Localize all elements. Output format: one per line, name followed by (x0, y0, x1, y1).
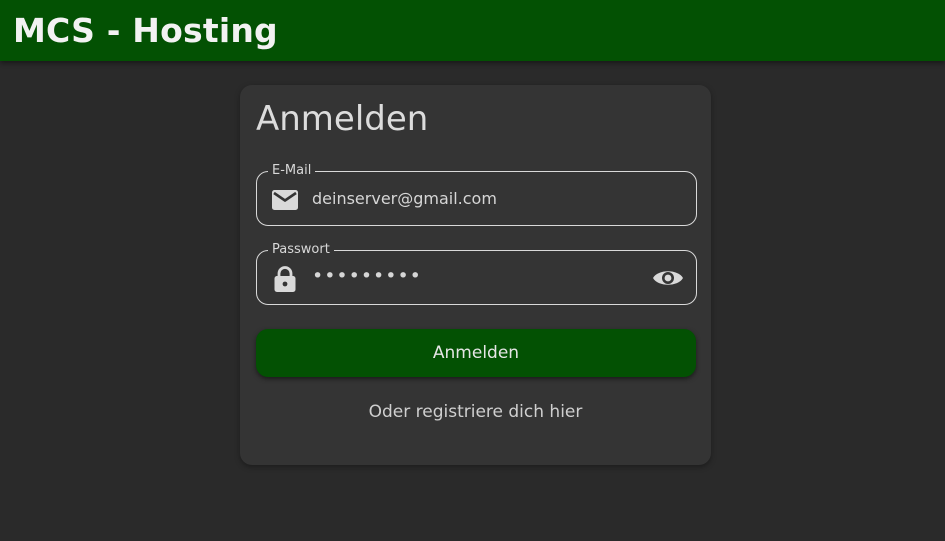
brand-title: MCS - Hosting (13, 11, 278, 50)
login-card: Anmelden E-Mail deinserver@gmail.com Pas… (240, 85, 711, 465)
login-title: Anmelden (256, 99, 429, 139)
email-field[interactable]: E-Mail deinserver@gmail.com (256, 163, 697, 226)
password-field[interactable]: Passwort ••••••••• (256, 242, 697, 305)
lock-icon (270, 265, 300, 293)
email-input[interactable]: deinserver@gmail.com (312, 189, 497, 209)
register-link[interactable]: Oder registriere dich hier (240, 402, 711, 422)
password-input[interactable]: ••••••••• (312, 266, 422, 286)
login-submit-button[interactable]: Anmelden (256, 329, 696, 377)
password-label: Passwort (268, 242, 334, 258)
email-label: E-Mail (268, 163, 316, 179)
top-app-bar: MCS - Hosting (0, 0, 945, 61)
mail-icon (270, 186, 300, 214)
eye-icon[interactable] (652, 265, 684, 291)
